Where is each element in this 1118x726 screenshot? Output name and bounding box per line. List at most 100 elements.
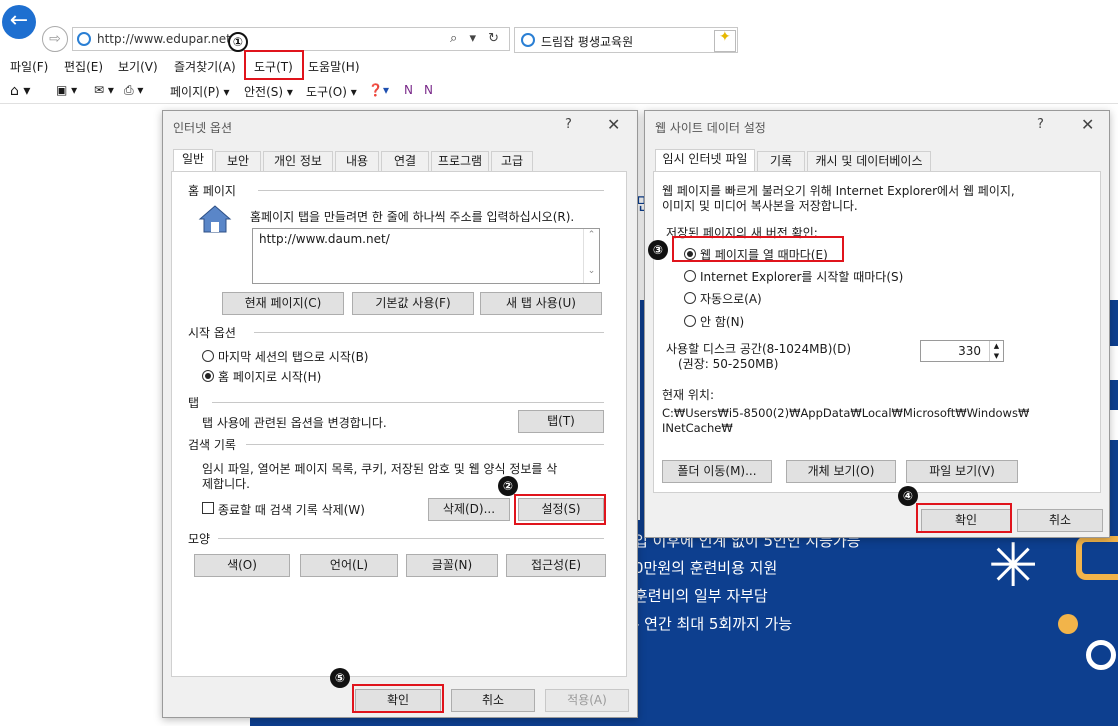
menu-help[interactable]: 도움말(H) [308,58,360,75]
option-automatic[interactable]: 자동으로(A) [700,290,762,307]
option-on-start[interactable]: Internet Explorer를 시작할 때마다(S) [700,268,903,285]
colors-button[interactable]: 색(O) [194,554,290,577]
close-button[interactable]: ✕ [607,115,620,134]
radio-never[interactable] [684,315,696,327]
disk-space-spinner[interactable]: 330 ▲ ▼ [920,340,1004,362]
forward-button[interactable]: ⇨ [42,26,68,52]
move-folder-button[interactable]: 폴더 이동(M)... [662,460,772,483]
fonts-button[interactable]: 글꼴(N) [406,554,498,577]
use-default-button[interactable]: 기본값 사용(F) [352,292,474,315]
step-3-marker: ③ [648,240,668,260]
new-tab-icon: ✦ [719,29,731,45]
menu-file[interactable]: 파일(F) [10,58,48,75]
address-tools-icons[interactable]: ⌕ ▾ ↻ [450,31,503,46]
startup-option-1[interactable]: 홈 페이지로 시작(H) [218,368,321,385]
use-new-tab-button[interactable]: 새 탭 사용(U) [480,292,602,315]
delete-on-exit-checkbox[interactable] [202,502,214,514]
divider [246,444,604,445]
startup-radio-last-session[interactable] [202,350,214,362]
dialog-title: 인터넷 옵션 [173,121,233,135]
startup-group-label: 시작 옵션 [188,326,236,340]
location-label: 현재 위치: [662,388,715,402]
cancel-button[interactable]: 취소 [1017,509,1103,532]
back-arrow-icon: ← [9,8,29,33]
new-tab-button[interactable]: ✦ [714,29,736,52]
home-icon[interactable]: ⌂ ▾ [10,83,30,99]
radio-automatic[interactable] [684,292,696,304]
cancel-button[interactable]: 취소 [451,689,535,712]
tab-advanced[interactable]: 고급 [491,151,533,171]
home-page-icon [198,204,232,234]
languages-button[interactable]: 언어(L) [300,554,398,577]
highlight-settings-button [514,494,606,525]
menu-edit[interactable]: 편집(E) [64,58,103,75]
tabs-desc: 탭 사용에 관련된 옵션을 변경합니다. [202,416,387,430]
option-never[interactable]: 안 함(N) [700,313,744,330]
step-1-marker: ① [228,32,248,52]
browser-tab[interactable]: 드림잡 평생교육원 ✕ [514,27,738,53]
appearance-group-label: 모양 [188,532,211,546]
decor-ring [1086,640,1116,670]
view-files-button[interactable]: 파일 보기(V) [906,460,1018,483]
webpage-line-1: 0만원의 훈련비용 지원 [634,559,778,577]
tabs-button[interactable]: 탭(T) [518,410,604,433]
page-menu[interactable]: 페이지(P) ▾ [170,83,230,100]
use-current-button[interactable]: 현재 페이지(C) [222,292,344,315]
tab-cache-db[interactable]: 캐시 및 데이터베이스 [807,151,931,171]
tab-content[interactable]: 내용 [335,151,379,171]
disk-space-recommend: (권장: 50-250MB) [678,357,779,371]
tab-connections[interactable]: 연결 [381,151,429,171]
home-group-label: 홈 페이지 [188,184,236,198]
view-objects-button[interactable]: 개체 보기(O) [786,460,896,483]
apply-button[interactable]: 적용(A) [545,689,629,712]
highlight-ok-button [352,684,444,713]
address-bar[interactable]: http://www.edupar.net/ ⌕ ▾ ↻ [72,27,510,51]
accessibility-button[interactable]: 접근성(E) [506,554,606,577]
radio-on-start[interactable] [684,270,696,282]
tab-programs[interactable]: 프로그램 [431,151,489,171]
safety-menu[interactable]: 안전(S) ▾ [244,83,293,100]
home-url-text[interactable]: http://www.daum.net/ [259,232,390,246]
highlight-tools-menu [244,50,304,80]
feeds-icon[interactable]: ▣ ▾ [56,83,77,97]
location-path-2: INetCache₩ [662,421,733,435]
textarea-scrollbar[interactable]: ⌃ ⌄ [583,229,599,283]
webpage-line-3: - 연간 최대 5회까지 가능 [634,615,793,633]
spinner-arrows-icon[interactable]: ▲ ▼ [989,341,1003,361]
tabs-group-label: 탭 [188,396,200,410]
tab-temp-files[interactable]: 임시 인터넷 파일 [655,149,755,171]
temp-files-panel: 웹 페이지를 빠르게 불러오기 위해 Internet Explorer에서 웹… [653,171,1101,493]
print-icon[interactable]: ⎙ ▾ [124,83,143,98]
onenote-linked-icon[interactable]: N [424,83,433,97]
step-2-marker: ② [498,476,518,496]
close-button[interactable]: ✕ [1081,115,1094,134]
help-icon[interactable]: ❓▾ [368,83,389,97]
delete-on-exit-label[interactable]: 종료할 때 검색 기록 삭제(W) [218,501,365,518]
address-text[interactable]: http://www.edupar.net/ [97,32,235,46]
tab-favicon-icon [521,33,535,47]
tab-privacy[interactable]: 개인 정보 [263,151,333,171]
general-panel: 홈 페이지 홈페이지 탭을 만들려면 한 줄에 하나씩 주소를 입력하십시오(R… [171,171,627,677]
dialog-title: 웹 사이트 데이터 설정 [655,121,766,135]
startup-radio-home[interactable] [202,370,214,382]
sparkle-icon: ✳ [988,531,1039,601]
onenote-icon[interactable]: N [404,83,413,97]
home-url-textarea[interactable]: http://www.daum.net/ ⌃ ⌄ [252,228,600,284]
disk-space-value[interactable]: 330 [958,344,981,358]
tab-history[interactable]: 기록 [757,151,805,171]
history-group-label: 검색 기록 [188,438,236,452]
help-button[interactable]: ? [565,117,572,132]
startup-option-0[interactable]: 마지막 세션의 탭으로 시작(B) [218,348,368,365]
tab-general[interactable]: 일반 [173,149,213,171]
location-path-1: C:₩Users₩i5-8500(2)₩AppData₩Local₩Micros… [662,406,1030,420]
help-button[interactable]: ? [1037,117,1044,132]
back-button[interactable]: ← [2,5,36,39]
delete-history-button[interactable]: 삭제(D)... [428,498,510,521]
menu-view[interactable]: 보기(V) [118,58,158,75]
tools-menu[interactable]: 도구(O) ▾ [306,83,357,100]
tab-security[interactable]: 보안 [215,151,261,171]
highlight-every-visit [672,236,844,262]
mail-icon[interactable]: ✉ ▾ [94,83,114,97]
forward-arrow-icon: ⇨ [49,31,61,47]
menu-favorites[interactable]: 즐겨찾기(A) [174,58,236,75]
